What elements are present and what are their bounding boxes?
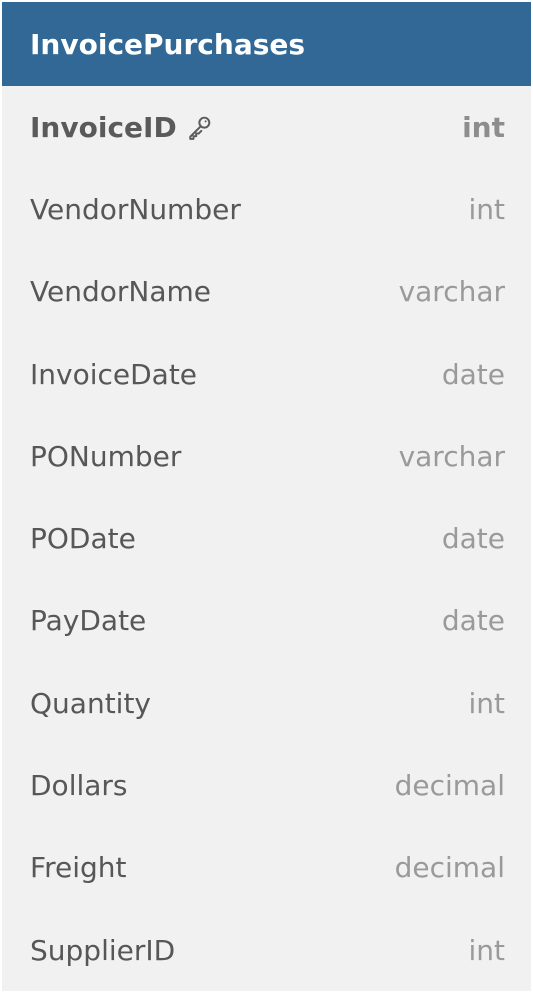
column-name: InvoiceDate (30, 357, 198, 391)
column-row[interactable]: InvoiceID int (2, 86, 531, 168)
column-name: Quantity (30, 686, 151, 720)
entity-table-card[interactable]: InvoicePurchases InvoiceID int VendorNum… (2, 2, 531, 991)
column-row[interactable]: Quantity int (2, 662, 531, 744)
column-type: varchar (398, 275, 505, 309)
column-type: int (468, 686, 505, 720)
column-row[interactable]: VendorName varchar (2, 251, 531, 333)
column-name: PODate (30, 522, 136, 556)
column-row[interactable]: VendorNumber int (2, 168, 531, 250)
column-row[interactable]: Freight decimal (2, 827, 531, 909)
column-list: InvoiceID int VendorNumber int VendorNam… (2, 86, 531, 991)
column-row[interactable]: PONumber varchar (2, 415, 531, 497)
column-name: InvoiceID (30, 110, 177, 144)
column-row[interactable]: PODate date (2, 497, 531, 579)
column-type: date (441, 357, 505, 391)
column-type: decimal (394, 851, 505, 885)
column-type: int (468, 192, 505, 226)
column-name: VendorName (30, 275, 211, 309)
table-title: InvoicePurchases (30, 27, 306, 61)
column-row[interactable]: InvoiceDate date (2, 333, 531, 415)
column-name: Freight (30, 851, 127, 885)
column-row[interactable]: Dollars decimal (2, 744, 531, 826)
column-type: int (468, 933, 505, 967)
column-type: varchar (398, 439, 505, 473)
table-header[interactable]: InvoicePurchases (2, 2, 531, 86)
column-name-cell: InvoiceID (30, 111, 213, 144)
column-name: SupplierID (30, 933, 176, 967)
column-type: int (462, 110, 505, 144)
column-name: PONumber (30, 439, 182, 473)
column-name: Dollars (30, 769, 128, 803)
column-type: date (441, 522, 505, 556)
column-row[interactable]: PayDate date (2, 580, 531, 662)
column-type: decimal (394, 769, 505, 803)
key-icon (188, 116, 210, 141)
column-row[interactable]: SupplierID int (2, 909, 531, 991)
column-type: date (441, 604, 505, 638)
column-name: PayDate (30, 604, 147, 638)
column-name: VendorNumber (30, 192, 241, 226)
